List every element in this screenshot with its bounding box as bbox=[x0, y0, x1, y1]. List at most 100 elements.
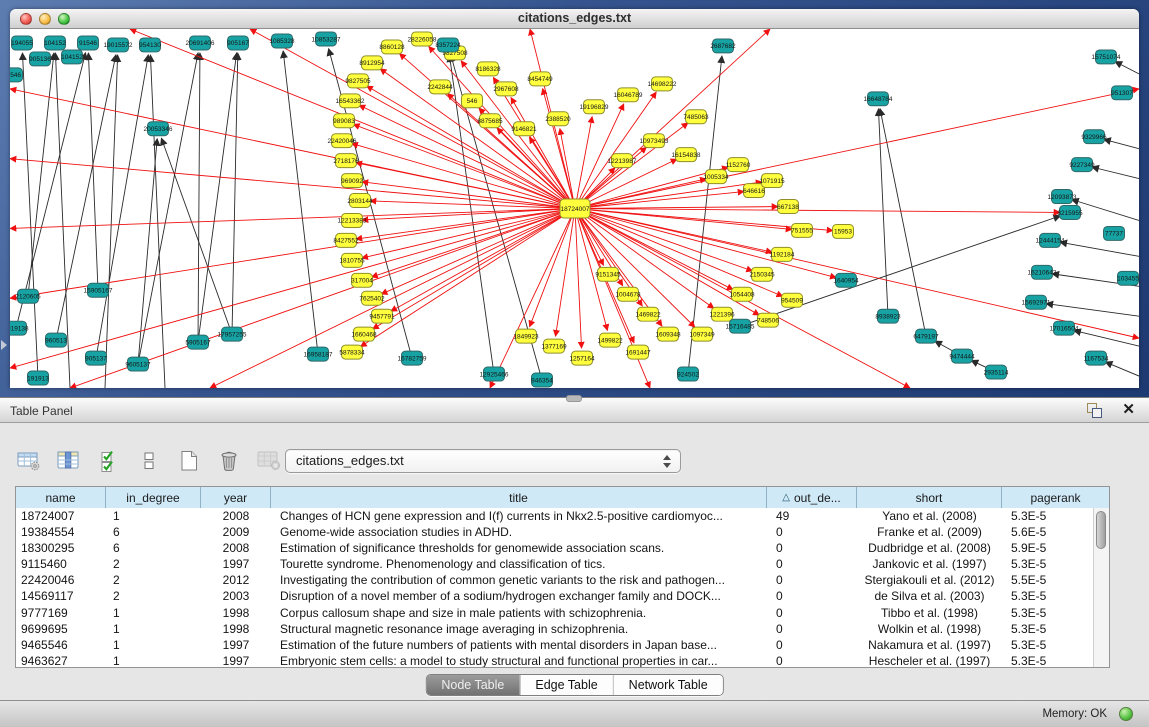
graph-node[interactable]: 2120605 bbox=[15, 289, 41, 303]
graph-node[interactable]: 16154838 bbox=[672, 148, 701, 162]
graph-node[interactable]: 1499822 bbox=[597, 333, 623, 347]
graph-node[interactable]: 2935114 bbox=[984, 365, 1009, 379]
graph-node[interactable]: 8215955 bbox=[1057, 206, 1083, 220]
graph-node[interactable]: 1257164 bbox=[569, 351, 595, 365]
graph-node[interactable]: 2967608 bbox=[493, 82, 519, 96]
graph-node[interactable]: 8186328 bbox=[475, 62, 501, 76]
graph-edge-black[interactable] bbox=[1046, 304, 1139, 317]
graph-node[interactable]: 1691447 bbox=[625, 345, 651, 359]
tab-network-table[interactable]: Network Table bbox=[613, 675, 723, 695]
graph-node[interactable]: 17957255 bbox=[218, 327, 247, 341]
graph-node[interactable]: 15716485 bbox=[726, 319, 755, 333]
column-header-short[interactable]: short bbox=[857, 487, 1002, 508]
graph-node[interactable]: 8912954 bbox=[359, 56, 385, 70]
graph-node[interactable]: 989083 bbox=[333, 114, 355, 128]
graph-node[interactable]: 2150345 bbox=[749, 267, 775, 281]
graph-node[interactable]: 8875685 bbox=[477, 114, 503, 128]
column-header-out_degree[interactable]: △out_de... bbox=[767, 487, 857, 508]
graph-edge-red[interactable] bbox=[575, 29, 770, 209]
graph-edge-red[interactable] bbox=[575, 192, 744, 209]
graph-node[interactable]: 1609348 bbox=[655, 327, 681, 341]
graph-node[interactable]: 8427552 bbox=[333, 233, 359, 247]
graph-node[interactable]: 2388520 bbox=[545, 112, 571, 126]
graph-hub-node[interactable]: 18724007 bbox=[560, 199, 590, 218]
table-rows-icon[interactable] bbox=[135, 448, 163, 474]
graph-node[interactable]: 19196829 bbox=[580, 100, 609, 114]
graph-node[interactable]: 9605137 bbox=[125, 357, 151, 371]
graph-node[interactable]: 14698222 bbox=[648, 77, 677, 91]
table-row[interactable]: 1456911722003Disruption of a novel membe… bbox=[16, 588, 1094, 604]
graph-node[interactable]: 10853287 bbox=[312, 32, 341, 46]
graph-node[interactable]: 317004 bbox=[351, 273, 373, 287]
graph-node[interactable]: 77737 bbox=[1104, 226, 1125, 240]
graph-edge-red[interactable] bbox=[356, 209, 575, 240]
vertical-scrollbar[interactable] bbox=[1093, 508, 1109, 667]
graph-node[interactable]: 91546 bbox=[78, 36, 99, 50]
graph-edge-black[interactable] bbox=[1104, 139, 1139, 148]
graph-edge-black[interactable] bbox=[1115, 61, 1139, 73]
graph-edge-red[interactable] bbox=[353, 124, 575, 208]
graph-node[interactable]: 1640954 bbox=[833, 273, 859, 287]
graph-node[interactable]: 16782759 bbox=[398, 351, 427, 365]
graph-node[interactable]: 546 bbox=[462, 94, 483, 108]
graph-node[interactable]: 9329966 bbox=[1081, 130, 1107, 144]
graph-edge-black[interactable] bbox=[283, 51, 318, 354]
graph-edge-black[interactable] bbox=[1060, 242, 1139, 256]
graph-edge-black[interactable] bbox=[56, 55, 116, 340]
graph-node[interactable]: 8860128 bbox=[379, 40, 405, 54]
graph-edge-red[interactable] bbox=[371, 209, 575, 278]
graph-edge-black[interactable] bbox=[16, 53, 86, 329]
splitter-handle[interactable] bbox=[566, 395, 582, 402]
graph-edge-red[interactable] bbox=[10, 89, 575, 209]
panel-collapse-arrow[interactable] bbox=[1, 340, 7, 350]
graph-node[interactable]: 12444154 bbox=[1036, 233, 1065, 247]
graph-node[interactable]: 905167 bbox=[227, 36, 249, 50]
graph-node[interactable]: 1919138 bbox=[10, 321, 29, 335]
graph-edge-red[interactable] bbox=[575, 207, 778, 209]
graph-node[interactable]: 20691406 bbox=[186, 36, 215, 50]
graph-node[interactable]: 946354 bbox=[531, 373, 553, 387]
table-row[interactable]: 946554611997Estimation of the future num… bbox=[16, 637, 1094, 653]
row-selection-icon[interactable] bbox=[95, 448, 123, 474]
graph-node[interactable]: 6479197 bbox=[913, 329, 939, 343]
graph-edge-black[interactable] bbox=[1105, 362, 1139, 376]
graph-node[interactable]: 12213987 bbox=[608, 154, 637, 168]
graph-node[interactable]: 1660468 bbox=[351, 327, 377, 341]
graph-edge-red[interactable] bbox=[250, 29, 575, 209]
graph-node[interactable]: 22420046 bbox=[328, 134, 357, 148]
graph-node[interactable]: 1005334 bbox=[703, 170, 729, 184]
graph-edge-red[interactable] bbox=[575, 209, 1060, 213]
graph-node[interactable]: 28226058 bbox=[408, 32, 437, 46]
graph-edge-black[interactable] bbox=[150, 55, 165, 388]
graph-node[interactable]: 16046789 bbox=[614, 88, 643, 102]
graph-node[interactable]: 1221396 bbox=[709, 307, 735, 321]
graph-node[interactable]: 7485063 bbox=[683, 110, 709, 124]
table-row[interactable]: 2242004622012Investigating the contribut… bbox=[16, 572, 1094, 588]
table-selector-dropdown[interactable]: citations_edges.txt bbox=[285, 449, 681, 473]
graph-edge-black[interactable] bbox=[1092, 167, 1139, 179]
close-panel-icon[interactable]: ✕ bbox=[1122, 400, 1135, 418]
graph-edge-black[interactable] bbox=[1074, 330, 1139, 346]
graph-edge-red[interactable] bbox=[210, 209, 575, 389]
graph-node[interactable]: 2803144 bbox=[347, 194, 373, 208]
graph-edge-black[interactable] bbox=[740, 216, 1061, 326]
graph-node[interactable]: 9227349 bbox=[1069, 158, 1095, 172]
graph-node[interactable]: 1054408 bbox=[729, 287, 755, 301]
tab-edge-table[interactable]: Edge Table bbox=[519, 675, 612, 695]
tab-node-table[interactable]: Node Table bbox=[426, 675, 519, 695]
graph-node[interactable]: 15953 bbox=[833, 224, 854, 238]
table-row[interactable]: 969969511998Structural magnetic resonanc… bbox=[16, 621, 1094, 637]
graph-node[interactable]: 2718176 bbox=[333, 154, 359, 168]
graph-node[interactable]: 905137 bbox=[85, 351, 107, 365]
graph-node[interactable]: 16958187 bbox=[304, 347, 333, 361]
table-row[interactable]: 946362711997Embryonic stem cells: a mode… bbox=[16, 653, 1094, 667]
graph-node[interactable]: 9146821 bbox=[511, 122, 537, 136]
graph-edge-red[interactable] bbox=[556, 209, 575, 337]
graph-node[interactable]: 969092 bbox=[341, 174, 363, 188]
graph-node[interactable]: 960513 bbox=[45, 333, 67, 347]
new-column-icon[interactable] bbox=[175, 448, 203, 474]
graph-edge-black[interactable] bbox=[198, 53, 200, 342]
graph-node[interactable]: 751555 bbox=[791, 223, 813, 237]
network-canvas[interactable]: 1872400788601288912954982750516543362989… bbox=[10, 29, 1139, 388]
table-mode-icon[interactable] bbox=[15, 448, 43, 474]
